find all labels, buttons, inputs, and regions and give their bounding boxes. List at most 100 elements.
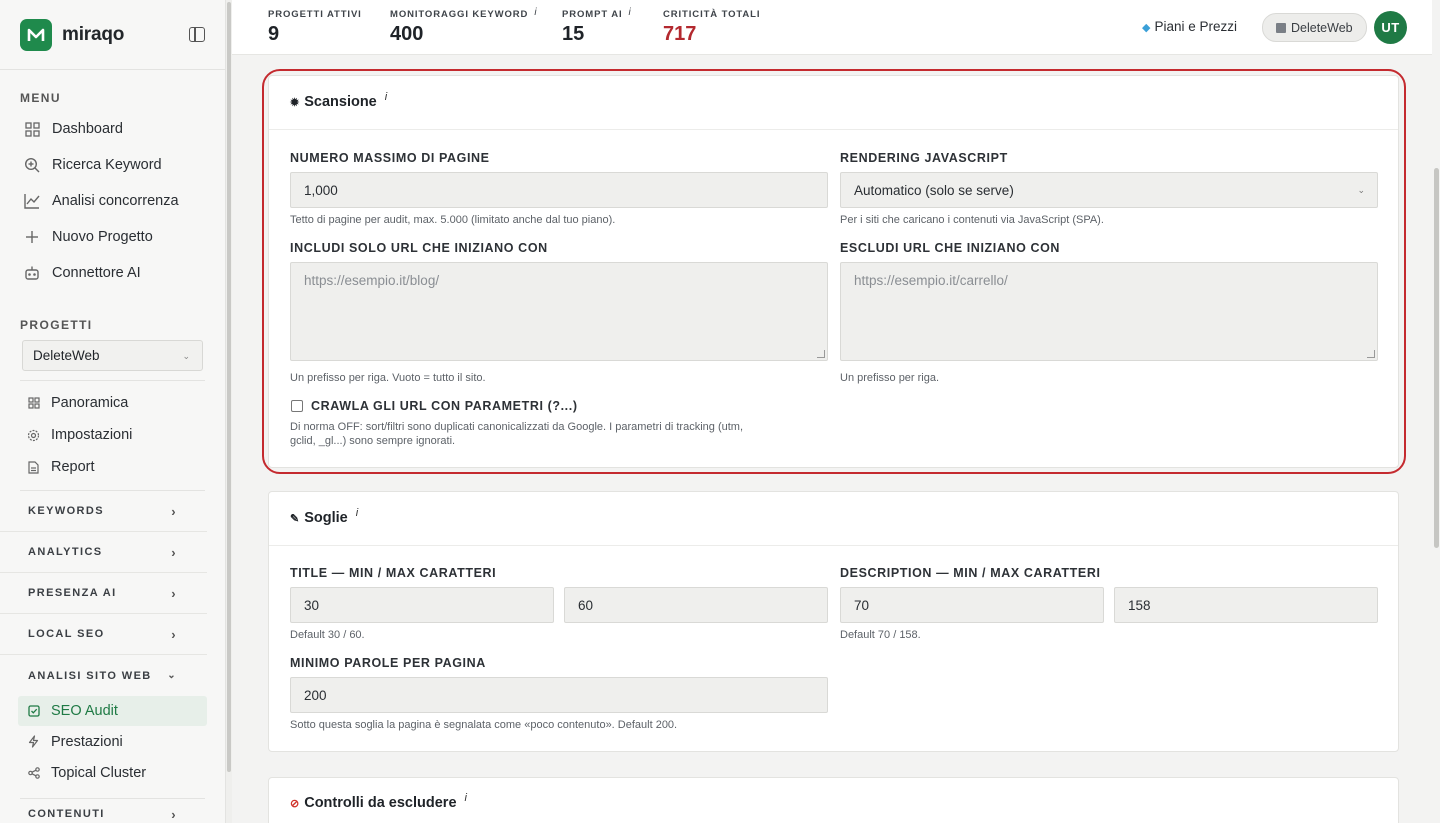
group-label: KEYWORDS: [28, 505, 104, 517]
exclude-urls-placeholder: https://esempio.it/carrello/: [854, 273, 1008, 288]
title-min-input[interactable]: 30: [290, 587, 554, 623]
building-icon: [1276, 22, 1286, 33]
sidebar-item-label: SEO Audit: [51, 703, 118, 719]
plans-link[interactable]: ◆ Piani e Prezzi: [1142, 19, 1237, 34]
sidebar-item-label: Dashboard: [52, 121, 123, 137]
sidebar-item-keyword-research[interactable]: Ricerca Keyword: [0, 147, 225, 183]
info-icon[interactable]: i: [629, 7, 632, 18]
stat-label: CRITICITÀ TOTALI: [663, 9, 761, 20]
max-pages-input[interactable]: 1,000: [290, 172, 828, 208]
file-icon: [27, 460, 40, 474]
workspace-button[interactable]: DeleteWeb: [1262, 13, 1367, 42]
sidebar-item-overview[interactable]: Panoramica: [0, 387, 225, 419]
stat-label: PROGETTI ATTIVI: [268, 9, 362, 20]
resize-handle[interactable]: [1367, 350, 1375, 358]
info-icon[interactable]: i: [465, 792, 467, 804]
brand: miraqo: [0, 0, 225, 70]
sidebar-item-report[interactable]: Report: [0, 451, 225, 483]
projects-label: PROGETTI: [20, 318, 93, 332]
group-label: PRESENZA AI: [28, 587, 117, 599]
info-icon[interactable]: i: [534, 7, 537, 18]
project-select[interactable]: DeleteWeb ⌄: [22, 340, 203, 371]
group-label: ANALISI SITO WEB: [28, 669, 152, 682]
stat-ai-prompts: PROMPT AI i 15: [562, 7, 632, 46]
sidebar-item-new-project[interactable]: Nuovo Progetto: [0, 219, 225, 255]
group-keywords[interactable]: KEYWORDS ›: [0, 491, 207, 532]
include-urls-textarea[interactable]: https://esempio.it/blog/: [290, 262, 828, 361]
min-words-help: Sotto questa soglia la pagina è segnalat…: [290, 719, 678, 731]
stat-value: 717: [663, 23, 697, 45]
sidebar-item-topical-cluster[interactable]: Topical Cluster: [0, 757, 225, 788]
sidebar-toggle-icon[interactable]: [189, 27, 205, 42]
gem-icon: ◆: [1142, 22, 1151, 34]
main-scrollbar[interactable]: [1432, 0, 1440, 823]
crawl-params-checkbox[interactable]: [291, 400, 303, 412]
chevron-right-icon: ›: [171, 626, 177, 642]
include-urls-help: Un prefisso per riga. Vuoto = tutto il s…: [290, 372, 486, 384]
info-icon[interactable]: i: [356, 507, 358, 519]
ruler-icon: ✎: [290, 512, 300, 525]
grid-icon: [27, 397, 40, 410]
stat-value: 15: [562, 23, 585, 45]
exclude-urls-help: Un prefisso per riga.: [840, 372, 940, 384]
group-ai-presence[interactable]: PRESENZA AI ›: [0, 573, 207, 614]
menu-label: MENU: [20, 91, 61, 105]
avatar[interactable]: UT: [1374, 11, 1407, 44]
checkbox-icon: [27, 705, 40, 718]
crawl-params-label[interactable]: CRAWLA GLI URL CON PARAMETRI (?...): [311, 399, 578, 413]
chevron-right-icon: ›: [171, 503, 177, 519]
chart-line-icon: [24, 193, 40, 209]
js-rendering-value: Automatico (solo se serve): [854, 182, 1014, 198]
exclude-urls-textarea[interactable]: https://esempio.it/carrello/: [840, 262, 1378, 361]
sidebar-item-label: Connettore AI: [52, 265, 141, 281]
group-local-seo[interactable]: LOCAL SEO ›: [0, 614, 207, 655]
js-rendering-help: Per i siti che caricano i contenuti via …: [840, 214, 1104, 226]
max-pages-label: NUMERO MASSIMO DI PAGINE: [290, 151, 490, 165]
min-words-input[interactable]: 200: [290, 677, 828, 713]
sidebar-item-seo-audit[interactable]: SEO Audit: [18, 696, 207, 726]
stat-active-projects: PROGETTI ATTIVI 9: [268, 9, 362, 46]
include-urls-label: INCLUDI SOLO URL CHE INIZIANO CON: [290, 241, 548, 255]
info-icon[interactable]: i: [385, 91, 387, 103]
chevron-right-icon: ›: [171, 806, 177, 822]
plans-label: Piani e Prezzi: [1154, 19, 1238, 34]
sidebar-item-performance[interactable]: Prestazioni: [0, 726, 225, 757]
description-max-input[interactable]: 158: [1114, 587, 1378, 623]
card-title-text: Soglie: [304, 510, 348, 526]
search-icon: [24, 157, 40, 173]
title-length-label: TITLE — MIN / MAX CARATTERI: [290, 566, 497, 580]
sidebar-item-dashboard[interactable]: Dashboard: [0, 111, 225, 147]
group-contents[interactable]: CONTENUTI ›: [0, 799, 207, 823]
stat-value: 9: [268, 23, 280, 45]
resize-handle[interactable]: [817, 350, 825, 358]
sidebar-item-settings[interactable]: Impostazioni: [0, 419, 225, 451]
thresholds-card: ✎ Soglie i TITLE — MIN / MAX CARATTERI 3…: [268, 491, 1399, 752]
group-website-analysis[interactable]: ANALISI SITO WEB ⌄: [0, 655, 207, 696]
group-analytics[interactable]: ANALYTICS ›: [0, 532, 207, 573]
crawl-params-help-1: Di norma OFF: sort/filtri sono duplicati…: [290, 421, 744, 433]
exclude-urls-label: ESCLUDI URL CHE INIZIANO CON: [840, 241, 1061, 255]
grid-icon: [24, 121, 40, 137]
stat-label: MONITORAGGI KEYWORD: [390, 9, 529, 20]
sidebar-item-label: Report: [51, 459, 95, 475]
share-icon: [27, 766, 40, 779]
sidebar-scrollbar[interactable]: [226, 0, 232, 823]
group-label: ANALYTICS: [28, 546, 103, 558]
sidebar-item-label: Impostazioni: [51, 427, 133, 443]
js-rendering-select[interactable]: Automatico (solo se serve) ⌄: [840, 172, 1378, 208]
description-min-input[interactable]: 70: [840, 587, 1104, 623]
scan-card-title: ✹ Scansione i: [290, 91, 387, 110]
sidebar-item-label: Panoramica: [51, 395, 129, 411]
title-max-input[interactable]: 60: [564, 587, 828, 623]
sidebar-item-label: Topical Cluster: [51, 764, 147, 781]
group-label: CONTENUTI: [28, 808, 105, 820]
spider-icon: ✹: [290, 96, 300, 109]
sidebar-item-competitor-analysis[interactable]: Analisi concorrenza: [0, 183, 225, 219]
description-length-label: DESCRIPTION — MIN / MAX CARATTERI: [840, 566, 1101, 580]
workspace-label: DeleteWeb: [1291, 20, 1353, 35]
sidebar-item-ai-connector[interactable]: Connettore AI: [0, 255, 225, 291]
description-length-help: Default 70 / 158.: [840, 629, 921, 641]
logo-icon[interactable]: [20, 18, 52, 51]
sidebar-item-label: Ricerca Keyword: [52, 157, 162, 173]
bot-icon: [24, 265, 40, 281]
